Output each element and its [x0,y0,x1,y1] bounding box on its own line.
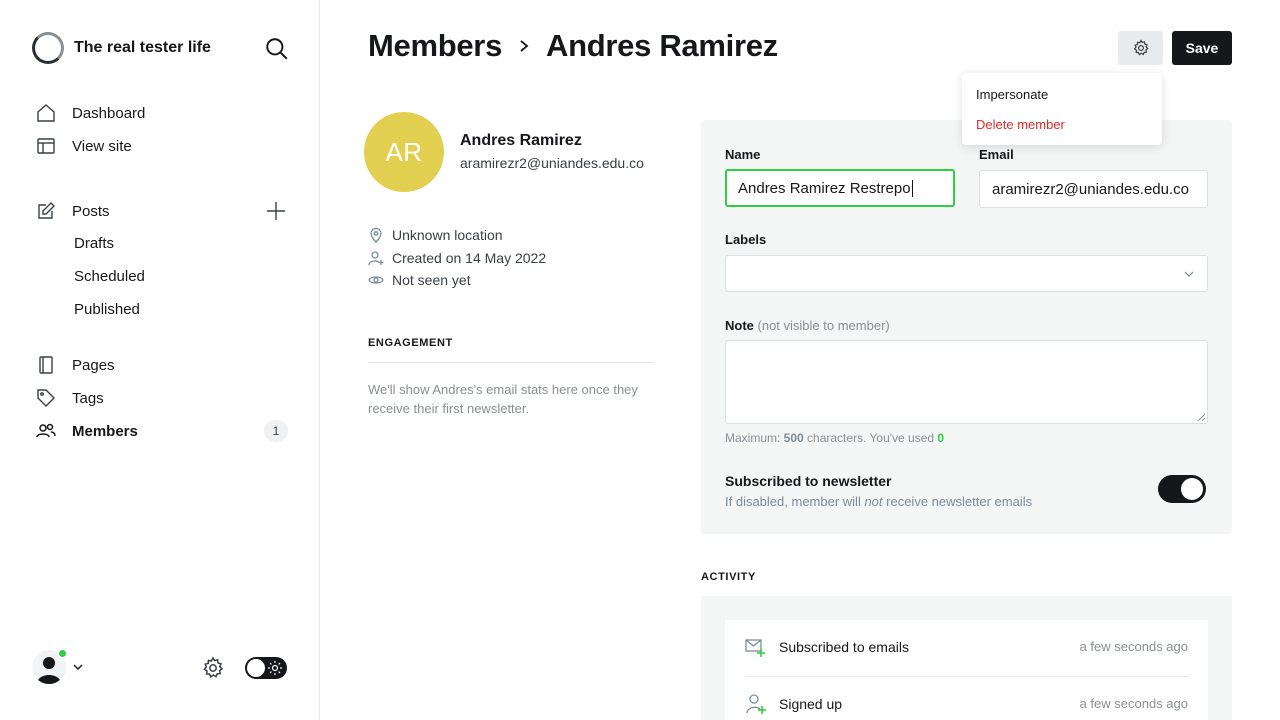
resize-grip-icon[interactable] [1197,413,1205,421]
sidebar-item-pages[interactable]: Pages [36,353,292,377]
user-plus-icon [746,694,766,714]
sun-icon [268,661,282,675]
sidebar-item-view-site[interactable]: View site [36,134,292,158]
sidebar-item-tags[interactable]: Tags [36,386,292,410]
hint-prefix: Maximum: [725,431,784,445]
activity-time: a few seconds ago [1079,639,1188,654]
email-field-value: aramirezr2@uniandes.edu.co [992,180,1189,198]
member-email: aramirezr2@uniandes.edu.co [460,155,644,171]
note-label: Note (not visible to member) [725,318,890,333]
note-label-text: Note [725,318,754,333]
subscribed-description: If disabled, member will not receive new… [725,494,1032,509]
eye-icon [368,272,384,288]
mail-plus-icon [745,639,765,657]
list-item: Signed up a few seconds ago [745,677,1188,720]
note-textarea[interactable] [725,340,1208,424]
activity-label: Subscribed to emails [779,639,909,655]
name-label: Name [725,147,761,162]
sidebar-item-dashboard[interactable]: Dashboard [36,101,292,125]
email-field[interactable]: aramirezr2@uniandes.edu.co [979,170,1208,208]
sidebar-item-members[interactable]: Members 1 [36,419,292,443]
location-pin-icon [368,227,384,243]
members-count-badge: 1 [264,420,288,442]
brand[interactable]: The real tester life [32,32,211,64]
desc-part-1: If disabled, member will [725,494,865,509]
users-icon [36,421,56,441]
sidebar-item-label: View site [72,137,132,155]
member-created: Created on 14 May 2022 [368,250,546,266]
desc-emphasis: not [864,494,883,509]
activity-heading: ACTIVITY [701,571,756,583]
sidebar-item-label: Tags [72,389,104,407]
sidebar: The real tester life Dashboard View site… [0,0,320,720]
sidebar-item-scheduled[interactable]: Scheduled [74,266,145,288]
activity-list: Subscribed to emails a few seconds ago S… [725,620,1208,720]
gear-icon [1133,39,1149,56]
name-field[interactable]: Andres Ramirez Restrepo [725,169,955,207]
dark-mode-toggle[interactable] [245,657,287,679]
settings-gear-icon[interactable] [201,656,225,680]
page-title: Andres Ramirez [546,28,778,63]
engagement-text: We'll show Andres's email stats here onc… [368,382,638,416]
sidebar-item-label: Members [72,422,138,440]
chevron-down-icon [1184,271,1194,277]
home-icon [36,103,56,123]
text-caret [911,179,913,197]
search-icon[interactable] [264,36,290,62]
impersonate-menu-item[interactable]: Impersonate [976,87,1048,102]
member-last-seen: Not seen yet [368,272,471,288]
labels-select[interactable] [725,255,1208,292]
activity-card: Subscribed to emails a few seconds ago S… [701,596,1232,720]
user-menu[interactable] [32,648,84,684]
activity-label: Signed up [779,696,843,712]
user-add-icon [368,250,384,266]
hint-mid: characters. You've used [803,431,938,445]
delete-member-menu-item[interactable]: Delete member [976,117,1065,132]
site-logo [32,32,64,64]
newsletter-toggle[interactable] [1158,475,1206,503]
engagement-divider [368,362,653,363]
site-title: The real tester life [74,39,211,56]
sidebar-item-published[interactable]: Published [74,299,140,321]
labels-label: Labels [725,232,767,247]
sidebar-item-drafts[interactable]: Drafts [74,233,114,255]
note-label-hint: (not visible to member) [757,318,890,333]
member-actions-button[interactable] [1118,31,1163,65]
member-location: Unknown location [368,227,503,243]
member-avatar: AR [364,112,444,192]
sidebar-item-label: Dashboard [72,104,146,122]
activity-time: a few seconds ago [1079,696,1188,711]
layout-icon [36,136,56,156]
toggle-knob [1181,478,1203,500]
online-status-dot [57,648,68,659]
toggle-knob [247,659,265,677]
subscribed-title: Subscribed to newsletter [725,473,892,489]
desc-part-2: receive newsletter emails [882,494,1033,509]
list-item: Subscribed to emails a few seconds ago [745,620,1188,676]
created-text: Created on 14 May 2022 [392,250,547,266]
hint-used: 0 [937,431,945,445]
breadcrumb: Members Andres Ramirez [368,28,778,64]
note-character-hint: Maximum: 500 characters. You've used 0 [725,431,944,445]
member-actions-menu: Impersonate Delete member [962,73,1162,145]
sidebar-item-label: Posts [72,202,110,220]
page-icon [36,355,56,375]
sidebar-item-label: Pages [72,356,115,374]
location-text: Unknown location [392,227,503,243]
add-post-icon[interactable] [266,201,286,221]
last-seen-text: Not seen yet [392,272,471,288]
email-label: Email [979,147,1014,162]
sidebar-item-posts[interactable]: Posts [36,199,292,223]
hint-max: 500 [783,431,804,445]
member-name: Andres Ramirez [460,132,582,149]
tag-icon [36,388,56,408]
name-field-value: Andres Ramirez Restrepo [738,179,911,197]
chevron-right-icon [518,39,530,53]
chevron-down-icon [73,664,83,671]
pencil-icon [36,201,56,221]
engagement-heading: ENGAGEMENT [368,337,453,349]
save-button[interactable]: Save [1172,31,1232,65]
breadcrumb-members-link[interactable]: Members [368,28,502,64]
